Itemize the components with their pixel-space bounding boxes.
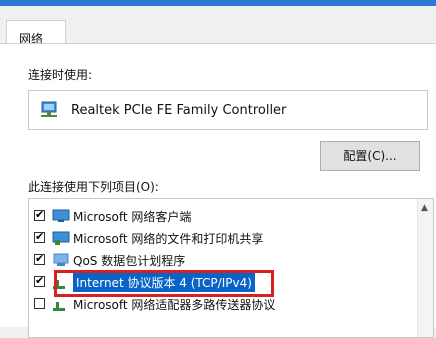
item-checkbox[interactable]: ✔ [34, 274, 45, 287]
list-item[interactable]: ✔ Microsoft 网络的文件和打印机共享 [29, 227, 417, 249]
item-checkbox[interactable]: ✔ [34, 230, 45, 243]
items-label: 此连接使用下列项目(O): [28, 180, 159, 194]
item-checkbox[interactable] [34, 298, 45, 309]
protocol-icon [53, 280, 65, 289]
item-label: QoS 数据包计划程序 [73, 254, 186, 268]
items-listbox[interactable]: ✔ Microsoft 网络客户端 ✔ Microsoft 网络的文件和打印机共… [28, 198, 434, 338]
list-item[interactable]: ✔ QoS 数据包计划程序 [29, 249, 417, 271]
configure-button[interactable]: 配置(C)... [320, 141, 420, 171]
tab-strip: 网络 [0, 6, 436, 50]
list-item-selected[interactable]: ✔ Internet 协议版本 4 (TCP/IPv4) [29, 271, 417, 293]
adapter-name: Realtek PCIe FE Family Controller [71, 103, 287, 118]
connect-using-label: 连接时使用: [28, 68, 93, 82]
list-scrollbar[interactable]: ▲ [417, 199, 433, 337]
item-checkbox[interactable]: ✔ [34, 252, 45, 265]
item-checkbox[interactable]: ✔ [34, 208, 45, 221]
scroll-up-icon[interactable]: ▲ [421, 203, 428, 213]
item-label: Internet 协议版本 4 (TCP/IPv4) [73, 273, 255, 292]
network-client-icon [52, 209, 70, 222]
adapter-box: Realtek PCIe FE Family Controller [28, 90, 428, 130]
list-item[interactable]: ✔ Microsoft 网络客户端 [29, 205, 417, 227]
item-label: Microsoft 网络适配器多路传送器协议 [73, 298, 276, 312]
protocol-icon [53, 302, 65, 311]
network-adapter-icon [41, 101, 57, 117]
item-label: Microsoft 网络的文件和打印机共享 [73, 232, 264, 246]
file-printer-share-icon [52, 231, 70, 245]
qos-icon [53, 253, 69, 266]
list-item[interactable]: Microsoft 网络适配器多路传送器协议 [29, 293, 417, 315]
item-label: Microsoft 网络客户端 [73, 210, 192, 224]
